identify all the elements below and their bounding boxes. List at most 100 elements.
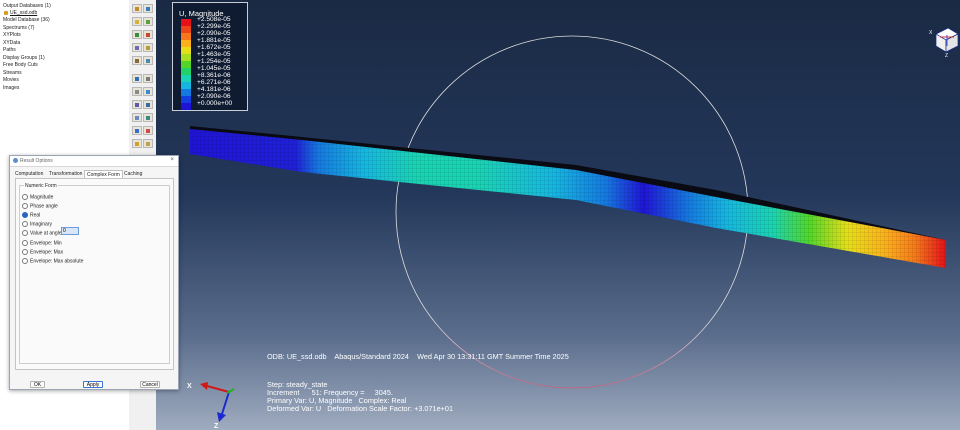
option-label: Phase angle <box>30 203 58 210</box>
option-value-at-angle[interactable]: Value at angle <box>22 230 62 237</box>
option-phase-angle[interactable]: Phase angle <box>22 203 58 210</box>
common-options-icon[interactable] <box>132 56 142 65</box>
tree-item-xyplots[interactable]: XYPlots <box>3 32 21 39</box>
tree-item-label: UE_ssd.odb <box>10 10 38 16</box>
option-envelope-max-absolute[interactable]: Envelope: Max absolute <box>22 258 83 265</box>
tab-transformation[interactable]: Transformation <box>47 170 84 178</box>
tree-item-movies[interactable]: Movies <box>3 77 19 84</box>
radio-button-selected[interactable] <box>22 212 28 218</box>
close-icon[interactable]: × <box>170 157 174 163</box>
legend-swatch <box>181 19 191 26</box>
tree-item-display-groups[interactable]: Display Groups (1) <box>3 55 45 62</box>
radio-button[interactable] <box>22 221 28 227</box>
legend-swatch <box>181 54 191 61</box>
superimpose-options-icon[interactable] <box>143 56 153 65</box>
plot-undeformed-icon[interactable] <box>132 4 142 13</box>
create-path-icon[interactable] <box>143 100 153 109</box>
tree-item-label: Output Databases (1) <box>3 3 51 9</box>
legend-swatch <box>181 96 191 103</box>
tree-item-label: XYPlots <box>3 32 21 38</box>
view-cube-z-label: Z <box>945 53 948 59</box>
radio-button[interactable] <box>22 230 28 236</box>
plot-contours-both-icon[interactable] <box>143 17 153 26</box>
option-label: Value at angle <box>30 230 62 237</box>
overlay-plot-icon[interactable] <box>143 43 153 52</box>
animation-options-icon[interactable] <box>143 87 153 96</box>
result-options-dialog: Result Options × Computation Transformat… <box>9 155 179 390</box>
legend-value: +4.181e-06 <box>197 86 231 93</box>
plot-material-orientations-icon[interactable] <box>143 30 153 39</box>
option-label: Magnitude <box>30 194 54 201</box>
option-label: Imaginary <box>30 221 52 228</box>
view-cube-x-label: X <box>929 30 933 36</box>
option-imaginary[interactable]: Imaginary <box>22 221 52 228</box>
deformed-var-info: Deformed Var: U Deformation Scale Factor… <box>267 404 454 413</box>
tree-item-label: XYData <box>3 40 21 46</box>
viewport[interactable]: X Z X Z <box>156 0 960 430</box>
option-label: Envelope: Min <box>30 240 62 247</box>
apply-button[interactable]: Apply <box>83 381 103 388</box>
tree-item-label: Streams <box>3 70 22 76</box>
option-label: Envelope: Max absolute <box>30 258 84 265</box>
tree-item-free-body-cuts[interactable]: Free Body Cuts <box>3 62 38 69</box>
tree-item-label: Spectrums (7) <box>3 25 35 31</box>
legend-swatch <box>181 68 191 75</box>
tree-item-label: Movies <box>3 77 19 83</box>
contour-legend: U, Magnitude +2.508e-05 +2.299e-05 +2.090e… <box>172 2 248 111</box>
option-envelope-max[interactable]: Envelope: Max <box>22 249 63 256</box>
legend-swatch <box>181 75 191 82</box>
radio-button[interactable] <box>22 203 28 209</box>
create-xy-data-icon[interactable] <box>132 100 142 109</box>
plot-probe-icon[interactable] <box>143 126 153 135</box>
legend-value: +1.045e-05 <box>197 65 231 72</box>
animate-scale-factor-icon[interactable] <box>132 74 142 83</box>
tree-item-paths[interactable]: Paths <box>3 47 16 54</box>
tree-item-label: Display Groups (1) <box>3 55 45 61</box>
tab-caching[interactable]: Caching <box>122 170 144 178</box>
animate-harmonic-icon[interactable] <box>132 87 142 96</box>
cancel-button[interactable]: Cancel <box>140 381 160 388</box>
radio-button[interactable] <box>22 194 28 200</box>
legend-swatch <box>181 47 191 54</box>
legend-value: +6.271e-06 <box>197 79 231 86</box>
legend-value: +1.254e-05 <box>197 58 231 65</box>
tree-item-spectrums[interactable]: Spectrums (7) <box>3 25 34 32</box>
plot-deformed-icon[interactable] <box>143 4 153 13</box>
animate-time-history-icon[interactable] <box>143 74 153 83</box>
stream-manager-icon[interactable] <box>143 113 153 122</box>
tree-item-output-databases[interactable]: Output Databases (1) <box>3 3 51 10</box>
angle-value-input[interactable] <box>61 227 79 235</box>
option-real[interactable]: Real <box>22 212 40 219</box>
legend-swatch <box>181 40 191 47</box>
tree-item-xydata[interactable]: XYData <box>3 40 20 47</box>
numeric-form-group: Numeric Form Magnitude Phase angle Real … <box>19 183 170 364</box>
legend-value: +1.672e-05 <box>197 44 231 51</box>
query-icon[interactable] <box>132 126 142 135</box>
results-options-icon[interactable] <box>132 139 142 148</box>
legend-value: +2.508e-05 <box>197 16 231 23</box>
option-magnitude[interactable]: Magnitude <box>22 194 53 201</box>
triad-x-label: X <box>187 383 192 390</box>
tree-item-streams[interactable]: Streams <box>3 70 22 77</box>
radio-button[interactable] <box>22 240 28 246</box>
tab-computation[interactable]: Computation <box>13 170 45 178</box>
ok-button[interactable]: OK <box>30 381 45 388</box>
allow-multiple-plots-icon[interactable] <box>132 43 142 52</box>
field-output-icon[interactable] <box>143 139 153 148</box>
radio-button[interactable] <box>22 258 28 264</box>
view-cube[interactable] <box>935 27 959 53</box>
legend-swatch <box>181 61 191 68</box>
plot-symbols-icon[interactable] <box>132 30 142 39</box>
tree-item-images[interactable]: Images <box>3 85 19 92</box>
tree-item-odb-file[interactable]: UE_ssd.odb <box>4 10 37 17</box>
tree-item-model-database[interactable]: Model Database (36) <box>3 17 50 24</box>
dialog-title-bar[interactable]: Result Options × <box>10 156 178 167</box>
legend-value: +2.090e-05 <box>197 30 231 37</box>
plot-contours-icon[interactable] <box>132 17 142 26</box>
complex-form-panel: Numeric Form Magnitude Phase angle Real … <box>15 178 174 370</box>
option-envelope-min[interactable]: Envelope: Min <box>22 240 62 247</box>
radio-button[interactable] <box>22 249 28 255</box>
tree-item-label: Paths <box>3 47 16 53</box>
view-cut-manager-icon[interactable] <box>132 113 142 122</box>
triad-z-label: Z <box>214 423 219 430</box>
